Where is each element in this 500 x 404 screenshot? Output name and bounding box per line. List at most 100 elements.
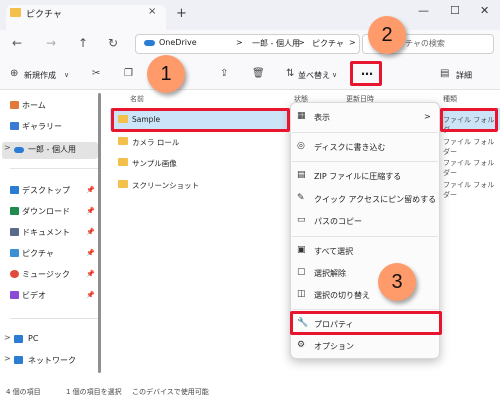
new-tab-button[interactable]: + (176, 6, 187, 21)
folder-icon (10, 8, 21, 17)
highlight-more-button (350, 61, 382, 86)
chevron-down-icon: ∨ (332, 71, 338, 79)
chevron-right-icon[interactable]: > (4, 333, 11, 342)
select-all-icon: ▣ (297, 245, 306, 255)
pictures-icon (10, 249, 19, 257)
sidebar-item-music[interactable]: ミュージック (22, 269, 70, 280)
step-badge-3: 3 (378, 263, 416, 301)
cut-icon[interactable]: ✂ (92, 68, 100, 79)
step-badge-2: 2 (368, 16, 406, 54)
folder-icon (118, 180, 128, 188)
pin-icon[interactable]: 📌 (86, 291, 95, 299)
folder-icon (118, 158, 128, 166)
pin-icon[interactable]: 📌 (86, 270, 95, 278)
menu-item-zip[interactable]: ZIP ファイルに圧縮する (314, 171, 401, 182)
close-button[interactable]: ✕ (480, 4, 489, 17)
details-icon: ▤ (440, 68, 450, 79)
minimize-button[interactable]: — (418, 4, 429, 17)
menu-separator (292, 309, 438, 310)
documents-icon (10, 228, 19, 236)
view-icon: ▦ (297, 111, 306, 121)
file-name[interactable]: スクリーンショット (132, 180, 199, 191)
up-arrow-icon[interactable]: ↑ (78, 36, 88, 50)
column-header-type[interactable]: 種類 (443, 94, 457, 104)
breadcrumb-pictures[interactable]: ピクチャ (312, 38, 344, 49)
invert-selection-icon: ◫ (297, 289, 306, 299)
status-selected: 1 個の項目を選択 (66, 388, 122, 396)
cloud-icon (144, 40, 155, 46)
menu-separator (292, 132, 438, 133)
copy-icon[interactable]: ❐ (124, 68, 133, 79)
sidebar-item-videos[interactable]: ビデオ (22, 290, 46, 301)
details-button[interactable]: 詳細 (456, 70, 472, 81)
chevron-right-icon: > (424, 112, 431, 121)
breadcrumb-user[interactable]: 一郎 - 個人用 (252, 38, 300, 49)
pin-icon[interactable]: 📌 (86, 186, 95, 194)
back-arrow-icon[interactable]: ← (12, 36, 22, 50)
desktop-icon (10, 186, 19, 194)
sidebar-item-pictures[interactable]: ピクチャ (22, 248, 54, 259)
file-name[interactable]: サンプル画像 (132, 158, 177, 169)
menu-item-select-all[interactable]: すべて選択 (314, 246, 353, 257)
disc-icon: ◎ (297, 141, 305, 151)
file-name[interactable]: カメラ ロール (132, 137, 179, 148)
sidebar-item-pc[interactable]: PC (28, 334, 38, 343)
cloud-icon (14, 147, 24, 153)
share-icon[interactable]: ⇪ (220, 68, 228, 79)
menu-item-burn[interactable]: ディスクに書き込む (314, 142, 385, 153)
pin-icon: ✎ (297, 193, 305, 203)
pin-icon[interactable]: 📌 (86, 249, 95, 257)
file-type: ファイル フォルダー (443, 181, 495, 199)
sidebar-item-home[interactable]: ホーム (22, 100, 46, 111)
file-type: ファイル フォルダー (443, 138, 495, 156)
new-button[interactable]: 新規作成 (24, 70, 56, 81)
pin-icon[interactable]: 📌 (86, 228, 95, 236)
select-none-icon: ▢ (297, 267, 306, 277)
menu-item-select-none[interactable]: 選択解除 (314, 268, 346, 279)
sidebar-item-desktop[interactable]: デスクトップ (22, 185, 70, 196)
menu-item-options[interactable]: オプション (314, 341, 354, 352)
file-type: ファイル フォルダー (443, 159, 495, 177)
sidebar-item-network[interactable]: ネットワーク (28, 355, 76, 366)
menu-item-pin[interactable]: クイック アクセスにピン留めする (314, 194, 436, 205)
search-placeholder: チャの検索 (405, 39, 445, 48)
home-icon (10, 101, 19, 109)
new-plus-icon: ⊕ (10, 68, 19, 79)
sidebar-item-documents[interactable]: ドキュメント (22, 227, 70, 238)
divider (10, 168, 98, 169)
sidebar-item-gallery[interactable]: ギャラリー (22, 121, 62, 132)
column-header-name[interactable]: 名前 (130, 94, 144, 104)
chevron-right-icon[interactable]: > (4, 143, 11, 152)
tab-close-icon[interactable]: × (148, 6, 156, 17)
folder-icon (118, 137, 128, 145)
refresh-icon[interactable]: ↻ (108, 36, 118, 50)
video-icon (10, 291, 19, 299)
music-icon (10, 270, 19, 278)
pin-icon[interactable]: 📌 (86, 207, 95, 215)
maximize-button[interactable]: ☐ (450, 4, 460, 17)
pc-icon (14, 335, 23, 343)
menu-separator (292, 236, 438, 237)
zip-icon: ▤ (297, 170, 306, 180)
breadcrumb-onedrive[interactable]: OneDrive (159, 38, 197, 47)
menu-item-invert-selection[interactable]: 選択の切り替え (314, 290, 370, 301)
chevron-right-icon[interactable]: > (4, 354, 11, 363)
network-icon (14, 356, 23, 364)
tab-title: ピクチャ (26, 10, 62, 20)
menu-separator (292, 161, 438, 162)
gallery-icon (10, 122, 19, 130)
sort-button[interactable]: 並べ替え (298, 70, 330, 81)
chevron-down-icon: ∨ (64, 71, 70, 79)
sidebar-scrollbar[interactable] (98, 93, 101, 373)
copy-path-icon: ▭ (297, 215, 306, 225)
step-badge-1: 1 (147, 55, 185, 93)
breadcrumb-sep: > (298, 38, 305, 47)
highlight-properties (290, 311, 442, 335)
delete-icon[interactable]: 🗑 (252, 68, 265, 79)
highlight-sample-type (440, 108, 498, 132)
forward-arrow-icon[interactable]: → (46, 36, 56, 50)
menu-item-copy-path[interactable]: パスのコピー (314, 216, 362, 227)
sidebar-item-downloads[interactable]: ダウンロード (22, 206, 70, 217)
menu-item-view[interactable]: 表示 (314, 112, 330, 123)
sidebar-item-onedrive[interactable]: 一郎 - 個人用 (28, 144, 76, 155)
